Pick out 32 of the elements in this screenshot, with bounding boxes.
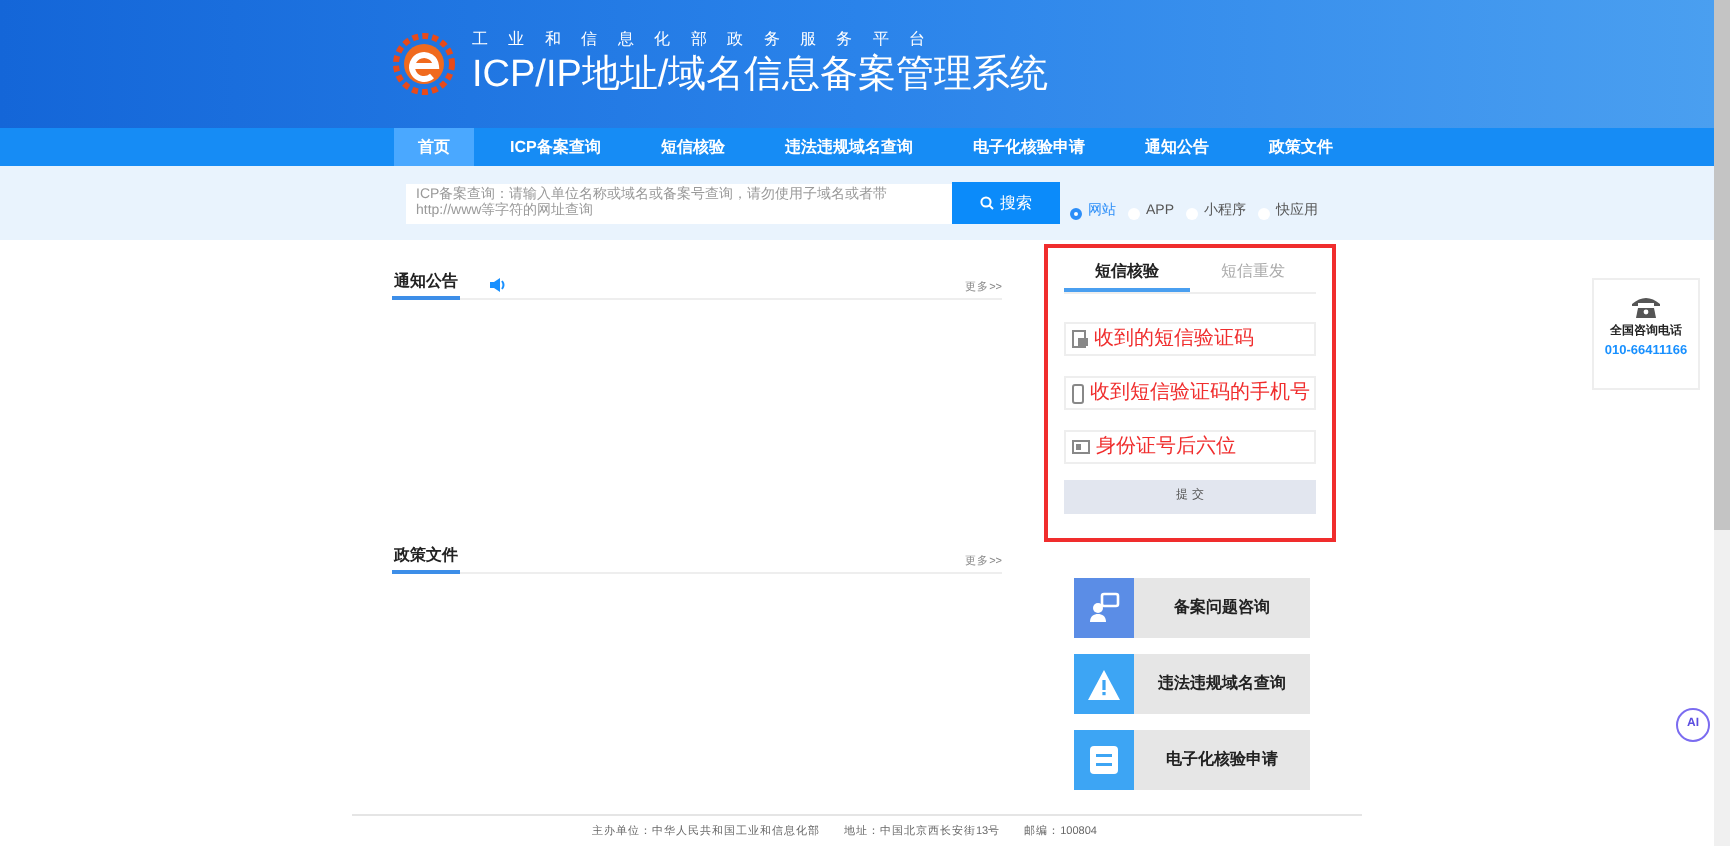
phone-icon [1072,383,1084,403]
input-field[interactable]: 收到短信验证码的手机号 [1064,376,1316,410]
quick-link-button[interactable]: 备案问题咨询 [1074,578,1310,638]
input-field[interactable]: 身份证号后六位 [1064,430,1316,464]
nav-tab[interactable]: ICP备案查询 [486,128,625,166]
platform-subtitle: 工 业 和 信 息 化 部 政 务 服 务 平 台 [472,28,936,53]
chat-person-icon [1088,592,1120,624]
field-annotation: 收到短信验证码的手机号 [1090,383,1310,403]
site-title: ICP/IP地址/域名信息备案管理系统 [472,52,1049,100]
warning-icon [1088,669,1120,699]
field-annotation: 收到的短信验证码 [1094,329,1254,349]
quick-link-button[interactable]: 违法违规域名查询 [1074,654,1310,714]
nav-tab[interactable]: 电子化核验申请 [948,128,1109,166]
nav-tab[interactable]: 违法违规域名查询 [760,128,937,166]
telephone-icon [1632,296,1660,318]
nav-tab[interactable]: 政策文件 [1244,128,1357,166]
id-card-icon [1072,440,1090,454]
search-button[interactable]: 搜索 [952,182,1060,224]
nav-tab[interactable]: 通知公告 [1120,128,1233,166]
search-icon [980,196,994,210]
quick-link-button[interactable]: 电子化核验申请 [1074,730,1310,790]
nav-tab[interactable]: 短信核验 [636,128,749,166]
panel-tab[interactable]: 短信重发 [1190,260,1316,292]
input-field[interactable]: 收到的短信验证码 [1064,322,1316,356]
speaker-icon [490,278,506,292]
section-title: 通知公告 [392,270,460,300]
logo-icon [392,32,456,96]
nav-tab[interactable]: 首页 [394,128,474,166]
section-title: 政策文件 [392,544,460,574]
field-annotation: 身份证号后六位 [1096,437,1236,457]
panel-tab[interactable]: 短信核验 [1064,260,1190,292]
form-icon [1088,744,1120,776]
